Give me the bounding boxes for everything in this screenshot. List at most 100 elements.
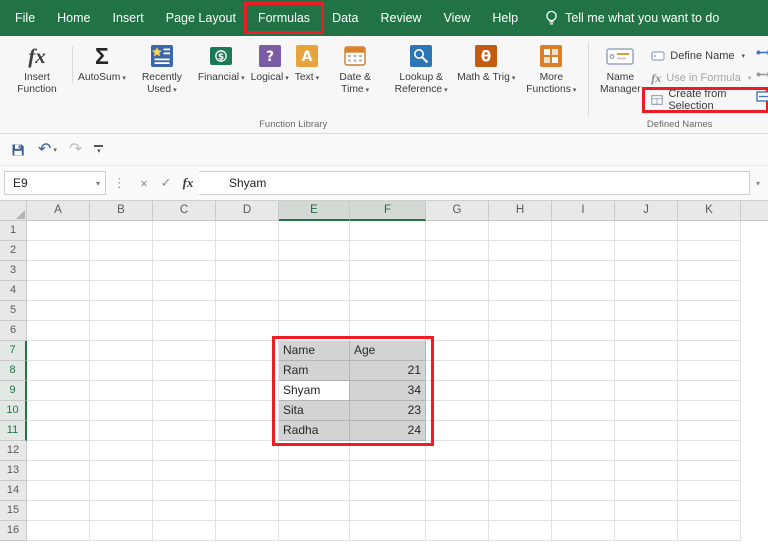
cell-E1[interactable] [279,221,350,241]
cell-G15[interactable] [426,501,489,521]
cell-I5[interactable] [552,301,615,321]
row-header-1[interactable]: 1 [0,221,27,241]
select-all-corner[interactable] [0,201,27,221]
cell-B4[interactable] [90,281,153,301]
formula-input[interactable]: Shyam [199,171,750,195]
math-trig-button[interactable]: θ Math & Trig ▾ [454,40,518,86]
date-time-button[interactable]: Date & Time ▾ [322,40,388,99]
cell-H9[interactable] [489,381,552,401]
define-name-button[interactable]: Define Name ▾ [645,46,751,66]
cell-J1[interactable] [615,221,678,241]
cell-B8[interactable] [90,361,153,381]
row-header-15[interactable]: 15 [0,501,27,521]
recently-used-button[interactable]: Recently Used ▾ [129,40,195,99]
cell-F3[interactable] [350,261,426,281]
cell-C2[interactable] [153,241,216,261]
cell-A6[interactable] [27,321,90,341]
cell-A11[interactable] [27,421,90,441]
cell-K8[interactable] [678,361,741,381]
cell-B6[interactable] [90,321,153,341]
more-functions-button[interactable]: More Functions ▾ [518,40,584,99]
remove-arrows-icon[interactable] [756,90,768,103]
cell-B7[interactable] [90,341,153,361]
column-header-J[interactable]: J [615,201,678,221]
row-header-2[interactable]: 2 [0,241,27,261]
cell-G5[interactable] [426,301,489,321]
cell-A10[interactable] [27,401,90,421]
customize-quick-access-button[interactable]: ▾ [94,144,104,155]
cell-F10[interactable]: 23 [350,401,426,421]
cell-D6[interactable] [216,321,279,341]
cell-J4[interactable] [615,281,678,301]
tab-review[interactable]: Review [369,5,432,31]
row-header-14[interactable]: 14 [0,481,27,501]
redo-button[interactable]: ↷ [69,141,82,158]
cell-C1[interactable] [153,221,216,241]
cell-F12[interactable] [350,441,426,461]
cell-G6[interactable] [426,321,489,341]
cell-D13[interactable] [216,461,279,481]
cell-C8[interactable] [153,361,216,381]
cell-D9[interactable] [216,381,279,401]
cell-A3[interactable] [27,261,90,281]
tab-page-layout[interactable]: Page Layout [155,5,247,31]
logical-button[interactable]: ? Logical ▾ [248,40,292,86]
cell-D15[interactable] [216,501,279,521]
cell-K9[interactable] [678,381,741,401]
name-manager-button[interactable]: Name Manager [595,40,645,99]
cell-H4[interactable] [489,281,552,301]
column-header-H[interactable]: H [489,201,552,221]
cell-I13[interactable] [552,461,615,481]
financial-button[interactable]: $ Financial ▾ [195,40,248,86]
cell-C11[interactable] [153,421,216,441]
cell-J5[interactable] [615,301,678,321]
tab-home[interactable]: Home [46,5,101,31]
lookup-reference-button[interactable]: Lookup & Reference ▾ [388,40,454,99]
cell-I10[interactable] [552,401,615,421]
cell-F13[interactable] [350,461,426,481]
tab-data[interactable]: Data [321,5,369,31]
cell-E4[interactable] [279,281,350,301]
cell-K2[interactable] [678,241,741,261]
cell-G1[interactable] [426,221,489,241]
cell-J3[interactable] [615,261,678,281]
cell-I11[interactable] [552,421,615,441]
cell-K10[interactable] [678,401,741,421]
cell-K6[interactable] [678,321,741,341]
autosum-button[interactable]: Σ AutoSum ▾ [75,40,129,86]
tab-formulas[interactable]: Formulas [243,2,325,34]
tab-view[interactable]: View [432,5,481,31]
cell-K11[interactable] [678,421,741,441]
row-header-13[interactable]: 13 [0,461,27,481]
cell-F7[interactable]: Age [350,341,426,361]
cell-H12[interactable] [489,441,552,461]
column-header-C[interactable]: C [153,201,216,221]
cell-F5[interactable] [350,301,426,321]
cell-G4[interactable] [426,281,489,301]
cell-F4[interactable] [350,281,426,301]
insert-function-button[interactable]: fx Insert Function [4,40,70,99]
cell-K4[interactable] [678,281,741,301]
cell-G3[interactable] [426,261,489,281]
cell-K1[interactable] [678,221,741,241]
cell-H7[interactable] [489,341,552,361]
cell-H5[interactable] [489,301,552,321]
use-in-formula-button[interactable]: fx Use in Formula ▾ [645,68,757,88]
column-header-D[interactable]: D [216,201,279,221]
cell-G16[interactable] [426,521,489,541]
cell-A9[interactable] [27,381,90,401]
cell-I6[interactable] [552,321,615,341]
cell-I9[interactable] [552,381,615,401]
cell-H14[interactable] [489,481,552,501]
cell-H6[interactable] [489,321,552,341]
cell-H3[interactable] [489,261,552,281]
column-header-K[interactable]: K [678,201,741,221]
cell-A2[interactable] [27,241,90,261]
save-button[interactable] [10,142,26,158]
cell-D16[interactable] [216,521,279,541]
cell-E6[interactable] [279,321,350,341]
cell-I14[interactable] [552,481,615,501]
cell-F1[interactable] [350,221,426,241]
cell-B3[interactable] [90,261,153,281]
cell-G11[interactable] [426,421,489,441]
